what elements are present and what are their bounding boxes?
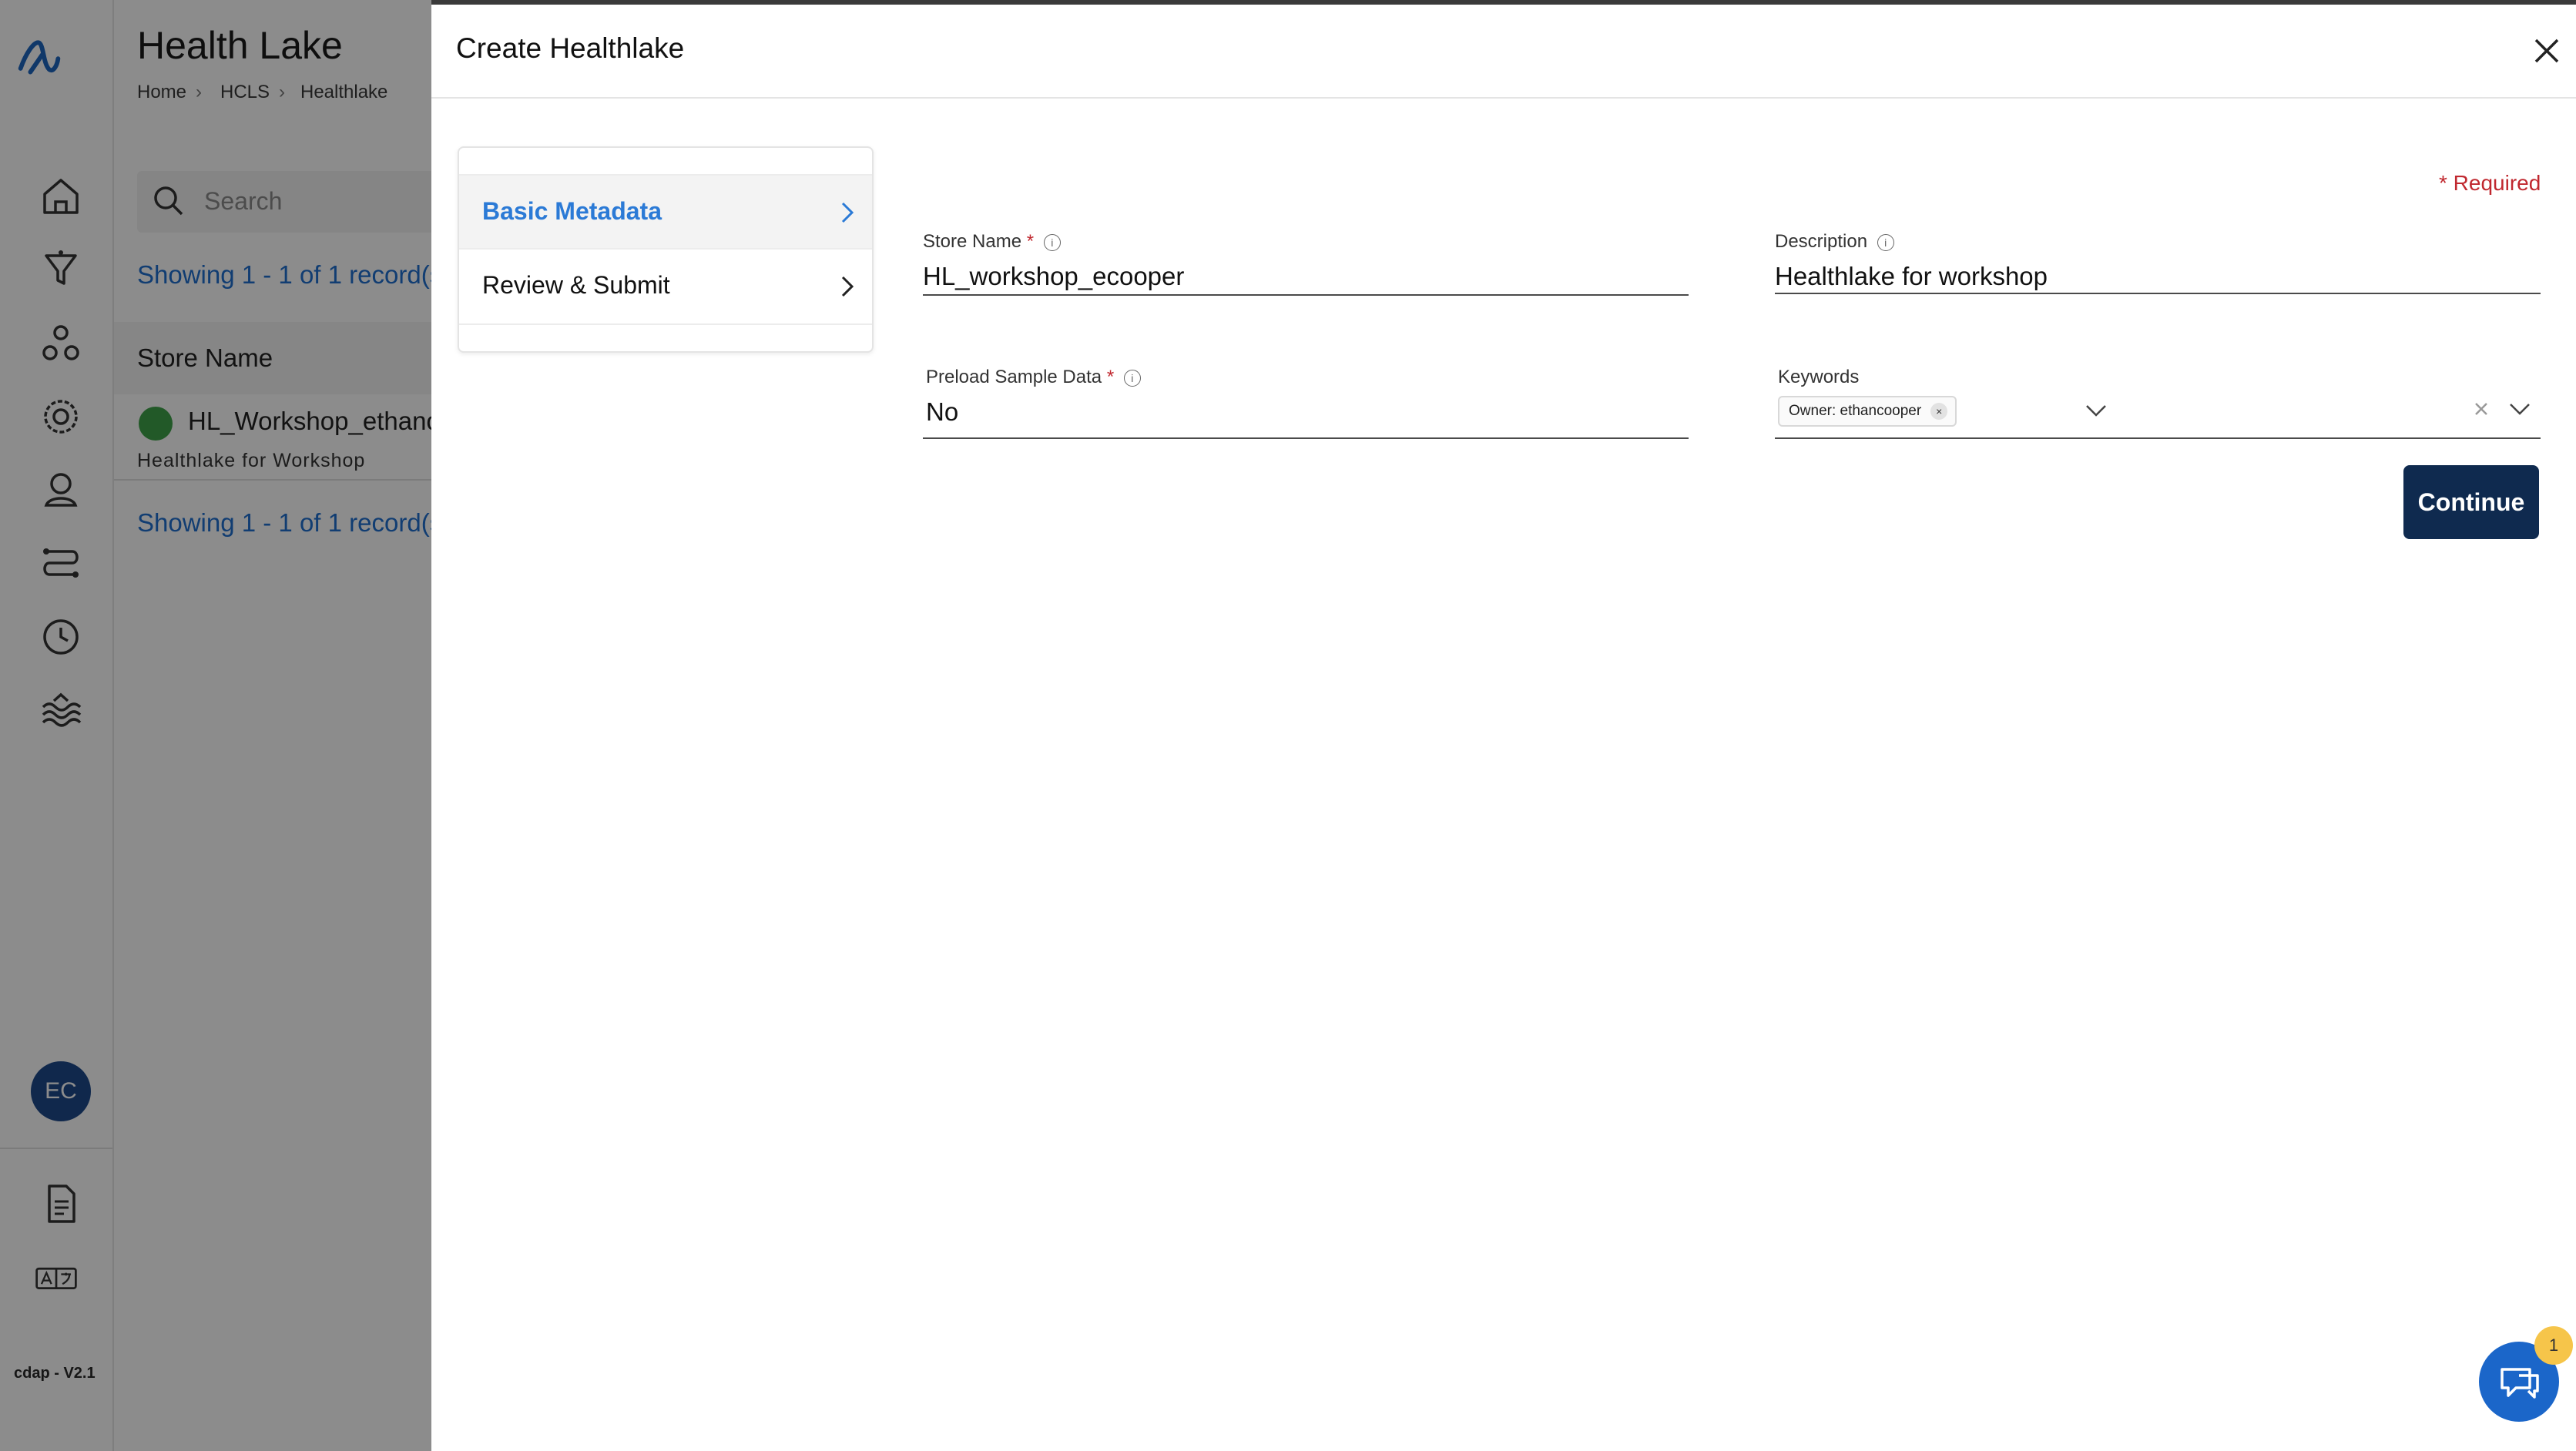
preload-select[interactable]: No [926, 397, 958, 427]
preload-underline [923, 437, 1689, 439]
preload-label-text: Preload Sample Data [926, 367, 1102, 387]
chip-remove-icon[interactable]: × [1930, 403, 1948, 420]
description-underline [1775, 293, 2541, 294]
step-label: Review & Submit [482, 271, 670, 299]
notification-badge: 1 [2534, 1326, 2573, 1365]
keyword-chip[interactable]: Owner: ethancooper × [1778, 396, 1957, 427]
close-icon[interactable] [2527, 31, 2567, 71]
store-name-input[interactable]: HL_workshop_ecooper [923, 262, 1184, 291]
store-name-label: Store Name * i [923, 231, 1061, 253]
info-icon[interactable]: i [1043, 233, 1061, 251]
continue-button[interactable]: Continue [2403, 465, 2539, 539]
required-note: * Required [2439, 171, 2541, 195]
keyword-chip-text: Owner: ethancooper [1789, 403, 1922, 419]
chevron-right-icon [835, 199, 858, 226]
info-icon[interactable]: i [1123, 369, 1141, 387]
wizard-steps: Basic Metadata Review & Submit [458, 146, 874, 353]
chevron-right-icon [835, 273, 858, 300]
chevron-down-icon[interactable] [2083, 397, 2109, 424]
description-input[interactable]: Healthlake for workshop [1775, 262, 2048, 291]
step-review-submit[interactable]: Review & Submit [459, 248, 872, 325]
info-icon[interactable]: i [1877, 233, 1894, 251]
header-divider [431, 97, 2576, 99]
preload-label: Preload Sample Data * i [926, 367, 1141, 388]
store-name-underline [923, 294, 1689, 296]
create-healthlake-drawer: Create Healthlake Basic Metadata Review … [431, 0, 2576, 1451]
keywords-underline [1775, 437, 2541, 439]
keywords-label: Keywords [1778, 367, 1860, 387]
description-label: Description i [1775, 231, 1894, 253]
chevron-down-icon[interactable] [2507, 396, 2533, 422]
drawer-top-bar [431, 0, 2576, 5]
step-basic-metadata[interactable]: Basic Metadata [459, 174, 872, 250]
clear-icon[interactable] [2470, 397, 2493, 421]
store-name-label-text: Store Name [923, 231, 1022, 252]
description-label-text: Description [1775, 231, 1868, 252]
drawer-title: Create Healthlake [456, 32, 685, 64]
required-mark: * [1026, 231, 1035, 252]
step-label: Basic Metadata [482, 197, 662, 225]
required-mark: * [1106, 367, 1115, 387]
